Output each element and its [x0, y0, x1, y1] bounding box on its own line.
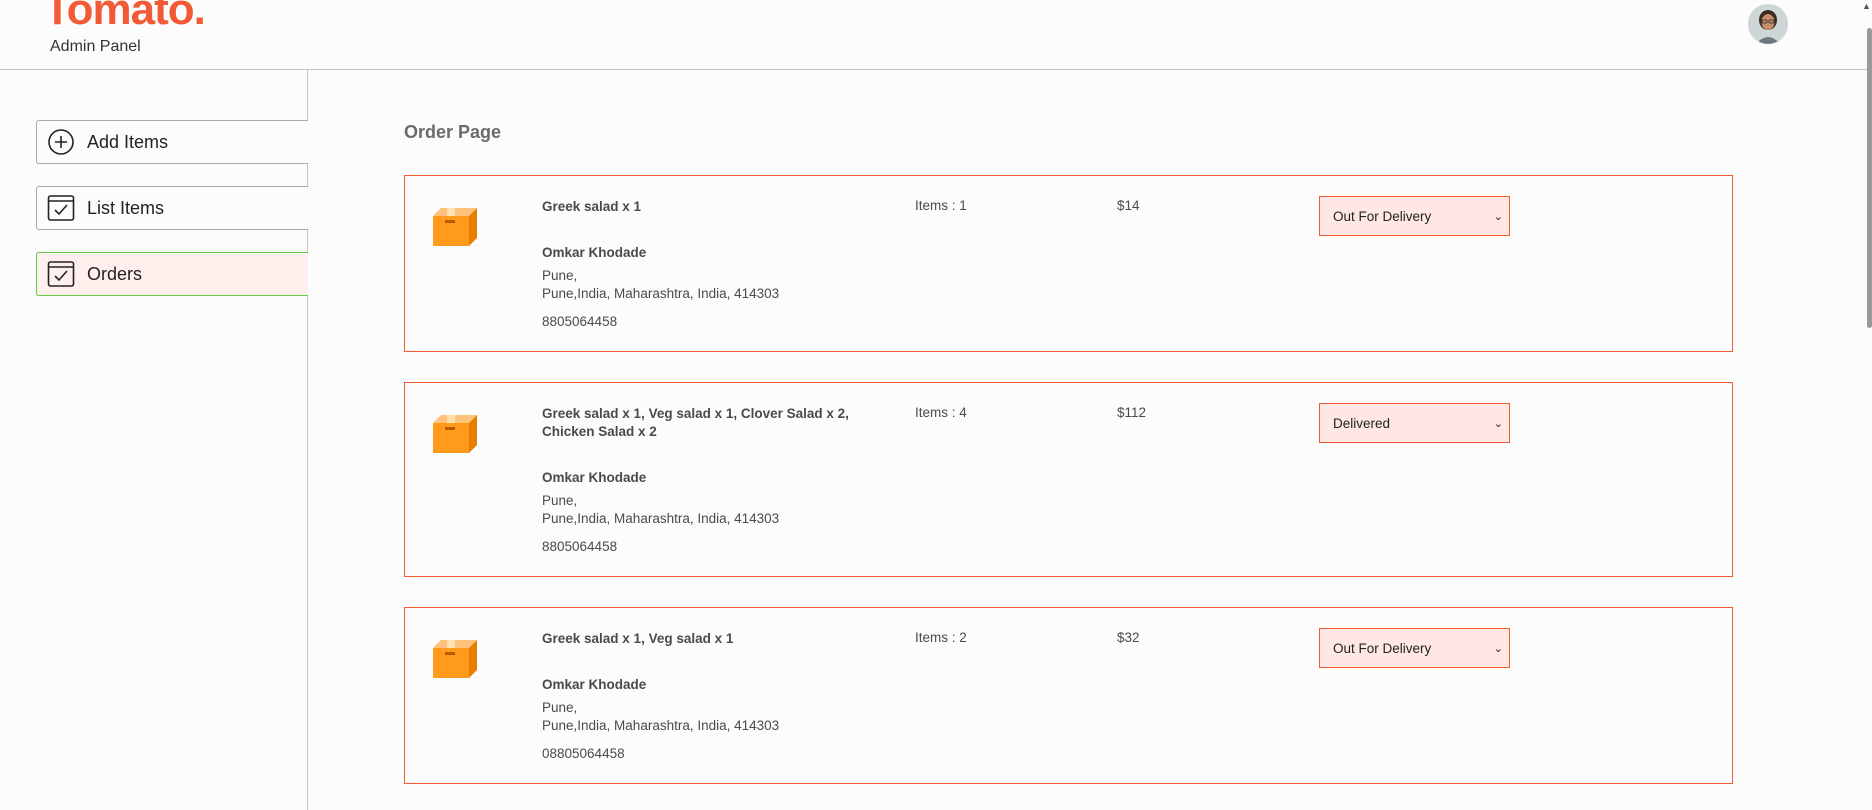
- order-card: Greek salad x 1, Veg salad x 1, Clover S…: [404, 382, 1733, 577]
- item-count: Items : 2: [915, 630, 967, 645]
- order-card: Greek salad x 1, Veg salad x 1 Omkar Kho…: [404, 607, 1733, 784]
- order-items: Greek salad x 1: [542, 199, 642, 214]
- customer-phone: 8805064458: [542, 314, 618, 329]
- scrollbar-thumb[interactable]: [1867, 28, 1872, 328]
- sidebar-item-list-items[interactable]: List Items: [36, 186, 308, 230]
- checklist-icon: [47, 260, 75, 288]
- page-title: Order Page: [404, 122, 502, 142]
- status-select[interactable]: Out For Delivery ⌄: [1319, 196, 1510, 236]
- plus-circle-icon: [47, 128, 75, 156]
- status-value: Out For Delivery: [1333, 640, 1432, 656]
- customer-phone: 08805064458: [542, 746, 625, 761]
- customer-phone: 8805064458: [542, 539, 618, 554]
- sidebar-item-label: Orders: [87, 263, 143, 284]
- navbar: Tomato. Admin Panel: [0, 0, 1872, 70]
- chevron-down-icon: ⌄: [1493, 417, 1503, 430]
- customer-name: Omkar Khodade: [542, 677, 647, 692]
- order-items: Greek salad x 1, Veg salad x 1, Clover S…: [542, 406, 849, 439]
- checklist-icon: [47, 194, 75, 222]
- admin-panel-label: Admin Panel: [50, 38, 141, 55]
- status-select[interactable]: Delivered ⌄: [1319, 403, 1510, 443]
- order-amount: $32: [1117, 630, 1140, 645]
- sidebar: Add Items List Items Orders: [0, 70, 308, 810]
- sidebar-item-orders[interactable]: Orders: [36, 252, 308, 296]
- app-logo[interactable]: Tomato.: [44, 0, 206, 32]
- parcel-icon: [431, 202, 477, 248]
- status-select[interactable]: Out For Delivery ⌄: [1319, 628, 1510, 668]
- sidebar-item-label: List Items: [87, 197, 165, 218]
- address-line2: Pune,India, Maharashtra, India, 414303: [542, 286, 780, 301]
- item-count: Items : 1: [915, 198, 967, 213]
- order-amount: $14: [1117, 198, 1140, 213]
- scroll-up-arrow[interactable]: ▲: [1862, 2, 1871, 11]
- address-line1: Pune,: [542, 700, 578, 715]
- profile-avatar[interactable]: [1748, 4, 1788, 44]
- address-line1: Pune,: [542, 268, 578, 283]
- item-count: Items : 4: [915, 405, 967, 420]
- address-line1: Pune,: [542, 493, 578, 508]
- sidebar-item-add-items[interactable]: Add Items: [36, 120, 308, 164]
- chevron-down-icon: ⌄: [1493, 642, 1503, 655]
- address-line2: Pune,India, Maharashtra, India, 414303: [542, 511, 780, 526]
- status-value: Delivered: [1333, 415, 1391, 431]
- avatar-image: [1748, 4, 1788, 44]
- sidebar-item-label: Add Items: [87, 131, 169, 152]
- chevron-down-icon: ⌄: [1493, 210, 1503, 223]
- order-amount: $112: [1117, 405, 1147, 420]
- customer-name: Omkar Khodade: [542, 245, 647, 260]
- parcel-icon: [431, 409, 477, 455]
- order-items: Greek salad x 1, Veg salad x 1: [542, 631, 734, 646]
- status-value: Out For Delivery: [1333, 208, 1432, 224]
- parcel-icon: [431, 634, 477, 680]
- customer-name: Omkar Khodade: [542, 470, 647, 485]
- address-line2: Pune,India, Maharashtra, India, 414303: [542, 718, 780, 733]
- order-card: Greek salad x 1 Omkar Khodade Pune, Pune…: [404, 175, 1733, 352]
